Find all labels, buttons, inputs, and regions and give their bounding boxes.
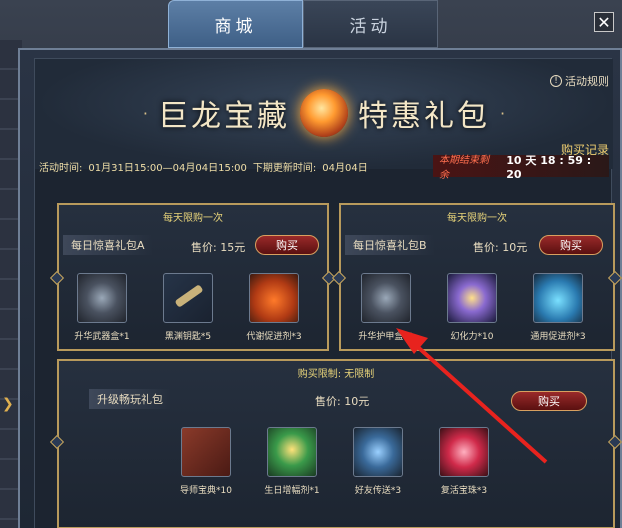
- book-icon: [181, 427, 231, 477]
- expand-arrow-icon[interactable]: ❯: [2, 396, 14, 412]
- info-icon: !: [550, 75, 562, 87]
- weapon-box-icon: [77, 273, 127, 323]
- item-label: 幻化力*10: [450, 332, 494, 342]
- buy-button[interactable]: 购买: [255, 235, 319, 255]
- pack-name: 每日惊喜礼包B: [345, 235, 435, 255]
- tab-shop[interactable]: 商城: [168, 0, 303, 48]
- item-armor-box[interactable]: 升华护甲盒*1: [343, 273, 429, 342]
- activity-rules-link[interactable]: ! 活动规则: [550, 73, 609, 89]
- frame-diamond-icon: [49, 434, 65, 450]
- activity-time-label: 活动时间:: [39, 163, 83, 174]
- pack-price: 售价: 10元: [315, 395, 370, 408]
- buy-button[interactable]: 购买: [539, 235, 603, 255]
- countdown-label: 本期结束剩余: [439, 155, 489, 181]
- item-label: 代谢促进剂*3: [246, 332, 302, 342]
- pack-daily-b: 每天限购一次 每日惊喜礼包B 售价: 10元 购买 升华护甲盒*1 幻化力*10…: [331, 203, 622, 351]
- title-right: 特惠礼包: [358, 99, 490, 134]
- diamond-icon: [353, 427, 403, 477]
- item-book[interactable]: 导师宝典*10: [163, 427, 249, 496]
- pack-limit: 每天限购一次: [447, 213, 507, 224]
- ring-icon: [447, 273, 497, 323]
- pack-limit: 购买限制: 无限制: [297, 369, 375, 380]
- activity-rules-label: 活动规则: [565, 75, 609, 88]
- pack-items: 升华护甲盒*1 幻化力*10 通用促进剂*3: [343, 273, 601, 342]
- item-label: 好友传送*3: [354, 486, 402, 496]
- item-ring[interactable]: 幻化力*10: [429, 273, 515, 342]
- item-blue-potion[interactable]: 通用促进剂*3: [515, 273, 601, 342]
- pack-name: 升级畅玩礼包: [89, 389, 171, 409]
- item-badge[interactable]: 生日增幅剂*1: [249, 427, 335, 496]
- pack-price: 售价: 15元: [191, 241, 246, 254]
- pack-name: 每日惊喜礼包A: [63, 235, 153, 255]
- item-potion[interactable]: 代谢促进剂*3: [231, 273, 317, 342]
- banner: · 巨龙宝藏 特惠礼包 · ! 活动规则 购买记录 活动时间: 01月31日15…: [35, 59, 613, 181]
- item-label: 升华武器盒*1: [74, 332, 130, 342]
- pack-price: 售价: 10元: [473, 241, 528, 254]
- countdown-value: 10 天 18 : 59 : 20: [506, 153, 592, 181]
- potion-icon: [249, 273, 299, 323]
- item-label: 黑渊钥匙*5: [164, 332, 212, 342]
- item-weapon-box[interactable]: 升华武器盒*1: [59, 273, 145, 342]
- item-label: 复活宝珠*3: [440, 486, 488, 496]
- timeline: 活动时间: 01月31日15:00—04月04日15:00 下期更新时间: 04…: [39, 159, 368, 174]
- blue-potion-icon: [533, 273, 583, 323]
- next-update-label: 下期更新时间:: [252, 163, 317, 174]
- item-label: 生日增幅剂*1: [264, 486, 320, 496]
- banner-title: · 巨龙宝藏 特惠礼包 ·: [35, 89, 613, 137]
- item-diamond[interactable]: 好友传送*3: [335, 427, 421, 496]
- pack-items: 导师宝典*10 生日增幅剂*1 好友传送*3 复活宝珠*3: [163, 427, 507, 496]
- item-label: 导师宝典*10: [180, 486, 232, 496]
- pack-upgrade: 购买限制: 无限制 升级畅玩礼包 售价: 10元 购买 导师宝典*10 生日增幅…: [49, 359, 622, 528]
- panel-inner: · 巨龙宝藏 特惠礼包 · ! 活动规则 购买记录 活动时间: 01月31日15…: [34, 58, 622, 528]
- title-left: 巨龙宝藏: [158, 99, 290, 134]
- item-label: 升华护甲盒*1: [358, 332, 414, 342]
- pack-items: 升华武器盒*1 黑渊钥匙*5 代谢促进剂*3: [59, 273, 317, 342]
- gem-icon: [300, 89, 348, 137]
- title-dot-right: ·: [500, 103, 506, 123]
- activity-time-value: 01月31日15:00—04月04日15:00: [88, 163, 247, 174]
- armor-box-icon: [361, 273, 411, 323]
- next-update-value: 04月04日: [322, 163, 368, 174]
- countdown: 本期结束剩余 10 天 18 : 59 : 20: [433, 154, 609, 181]
- badge-icon: [267, 427, 317, 477]
- item-orb[interactable]: 复活宝珠*3: [421, 427, 507, 496]
- orb-icon: [439, 427, 489, 477]
- frame-diamond-icon: [607, 434, 622, 450]
- key-icon: [163, 273, 213, 323]
- frame-diamond-icon: [607, 270, 622, 286]
- tab-activity[interactable]: 活动: [303, 0, 438, 48]
- shop-panel: · 巨龙宝藏 特惠礼包 · ! 活动规则 购买记录 活动时间: 01月31日15…: [18, 48, 622, 528]
- pack-daily-a: 每天限购一次 每日惊喜礼包A 售价: 15元 购买 升华武器盒*1 黑渊钥匙*5…: [49, 203, 337, 351]
- top-tabs: 商城 活动: [168, 0, 438, 48]
- title-dot-left: ·: [142, 103, 148, 123]
- pack-limit: 每天限购一次: [163, 213, 223, 224]
- item-key[interactable]: 黑渊钥匙*5: [145, 273, 231, 342]
- buy-button[interactable]: 购买: [511, 391, 587, 411]
- close-button[interactable]: ✕: [594, 12, 614, 32]
- item-label: 通用促进剂*3: [530, 332, 586, 342]
